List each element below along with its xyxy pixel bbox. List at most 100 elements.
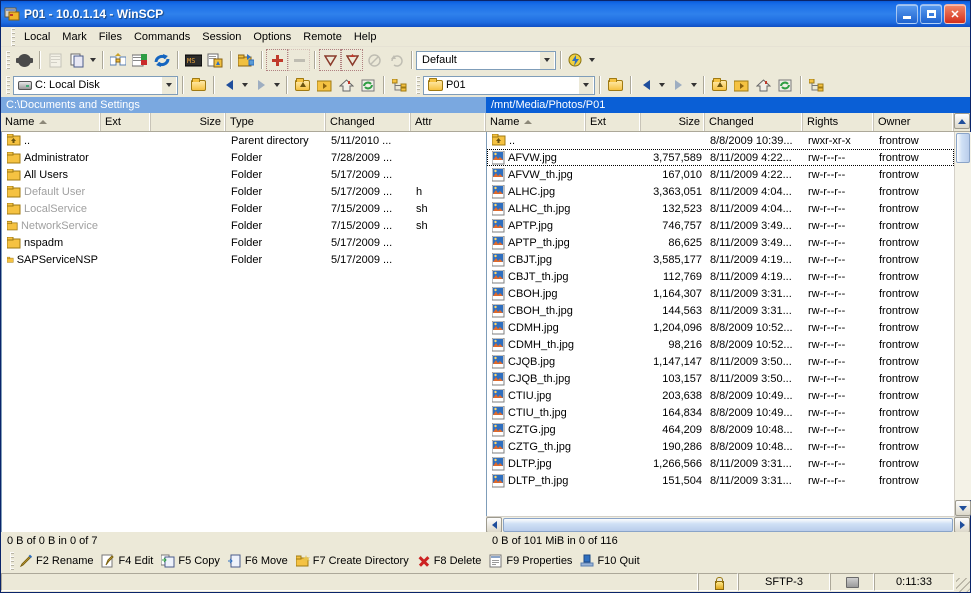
table-row[interactable]: CDMH_th.jpg 98,216 8/8/2009 10:52... rw-r--…: [487, 336, 954, 353]
session-options-icon[interactable]: [565, 49, 587, 71]
minimize-button[interactable]: [896, 4, 918, 24]
remote-forward-history-caret[interactable]: [689, 74, 699, 96]
transfer-settings-combo[interactable]: Default: [416, 50, 556, 70]
remote-header-name[interactable]: Name: [486, 113, 586, 131]
remote-scroll-down-button[interactable]: [954, 500, 971, 516]
local-path-bar[interactable]: C:\Documents and Settings: [1, 97, 486, 113]
table-row[interactable]: CTIU_th.jpg 164,834 8/8/2009 10:49... rw-r-…: [487, 404, 954, 421]
local-header-size[interactable]: Size: [151, 113, 226, 131]
local-directory-tree-icon[interactable]: [388, 74, 410, 96]
table-row[interactable]: SAPServiceNSP Folder 5/17/2009 ...: [2, 251, 486, 268]
remote-header-ext[interactable]: Ext: [586, 113, 641, 131]
local-drive-caret[interactable]: [161, 76, 176, 94]
remote-scroll-thumb[interactable]: [955, 133, 970, 163]
table-row[interactable]: nspadm Folder 5/17/2009 ...: [2, 234, 486, 251]
menu-help[interactable]: Help: [348, 29, 383, 45]
remote-back-history-caret[interactable]: [657, 74, 667, 96]
restore-selection-icon[interactable]: [385, 49, 407, 71]
remote-hscroll-thumb[interactable]: [503, 517, 953, 532]
remote-header-changed[interactable]: Changed: [705, 113, 803, 131]
local-header-ext[interactable]: Ext: [101, 113, 151, 131]
menu-session[interactable]: Session: [196, 29, 247, 45]
remote-hscroll-track[interactable]: [502, 517, 954, 532]
local-root-directory-icon[interactable]: [313, 74, 335, 96]
remote-open-directory-icon[interactable]: [604, 74, 626, 96]
table-row[interactable]: AFVW_th.jpg 167,010 8/11/2009 4:22... rw-r-…: [487, 166, 954, 183]
put-file-icon[interactable]: [204, 49, 226, 71]
fkey-f4-edit[interactable]: F4 Edit: [99, 554, 159, 568]
remote-home-directory-icon[interactable]: [752, 74, 774, 96]
menu-files[interactable]: Files: [93, 29, 128, 45]
menu-mark[interactable]: Mark: [56, 29, 92, 45]
fkey-f8-delete[interactable]: F8 Delete: [415, 554, 488, 568]
local-open-directory-icon[interactable]: [187, 74, 209, 96]
menu-local[interactable]: Local: [18, 29, 56, 45]
local-header-type[interactable]: Type: [226, 113, 326, 131]
remote-path-combo[interactable]: P01: [423, 75, 595, 95]
remote-header-rights[interactable]: Rights: [803, 113, 874, 131]
fkey-f10-quit[interactable]: F10 Quit: [578, 554, 645, 568]
local-forward-arrow-icon[interactable]: [250, 74, 272, 96]
remote-back-arrow-icon[interactable]: [635, 74, 657, 96]
local-toolbar-grip[interactable]: [6, 76, 10, 94]
fkey-f9-properties[interactable]: F9 Properties: [487, 554, 578, 568]
table-row[interactable]: APTP.jpg 746,757 8/11/2009 3:49... rw-r--r-…: [487, 217, 954, 234]
fkey-f5-copy[interactable]: F5 Copy: [159, 554, 226, 568]
table-row[interactable]: Administrator Folder 7/28/2009 ...: [2, 149, 486, 166]
transfer-settings-caret[interactable]: [539, 51, 554, 69]
session-options-caret[interactable]: [587, 49, 597, 71]
local-forward-history-caret[interactable]: [272, 74, 282, 96]
table-row[interactable]: .. Parent directory 5/11/2010 ...: [2, 132, 486, 149]
table-row[interactable]: CBJT.jpg 3,585,177 8/11/2009 4:19... rw-r--…: [487, 251, 954, 268]
remote-path-bar[interactable]: /mnt/Media/Photos/P01: [486, 97, 970, 113]
local-back-arrow-icon[interactable]: [218, 74, 240, 96]
close-button[interactable]: ✕: [944, 4, 966, 24]
table-row[interactable]: CTIU.jpg 203,638 8/8/2009 10:49... rw-r--r-…: [487, 387, 954, 404]
remote-refresh-directory-icon[interactable]: [774, 74, 796, 96]
remote-root-directory-icon[interactable]: [730, 74, 752, 96]
remote-vertical-scrollbar[interactable]: [954, 132, 971, 516]
new-session-icon[interactable]: [44, 49, 66, 71]
table-row[interactable]: CBOH_th.jpg 144,563 8/11/2009 3:31... rw-r-…: [487, 302, 954, 319]
table-row[interactable]: All Users Folder 5/17/2009 ...: [2, 166, 486, 183]
copy-session-icon[interactable]: [66, 49, 88, 71]
remote-scroll-up-button[interactable]: [954, 113, 970, 129]
select-mask-icon[interactable]: [319, 49, 341, 71]
remote-toolbar-grip[interactable]: [416, 76, 420, 94]
synchronize-browsing-icon[interactable]: [129, 49, 151, 71]
unselect-minus-icon[interactable]: [288, 49, 310, 71]
remote-file-list[interactable]: .. 8/8/2009 10:39... rwxr-xr-x frontrow AFVW…: [486, 132, 954, 516]
synchronize-icon[interactable]: [107, 49, 129, 71]
status-secure-pane[interactable]: [698, 573, 738, 591]
maximize-button[interactable]: [920, 4, 942, 24]
local-header-name[interactable]: Name: [1, 113, 101, 131]
local-header-attr[interactable]: Attr: [411, 113, 486, 131]
fkey-f6-move[interactable]: F6 Move: [226, 554, 294, 568]
local-refresh-directory-icon[interactable]: [357, 74, 379, 96]
remote-parent-directory-icon[interactable]: [708, 74, 730, 96]
status-compression-pane[interactable]: [830, 573, 874, 591]
remote-scroll-track[interactable]: [954, 132, 971, 500]
table-row[interactable]: CJQB.jpg 1,147,147 8/11/2009 3:50... rw-r--…: [487, 353, 954, 370]
menu-commands[interactable]: Commands: [128, 29, 196, 45]
table-row[interactable]: NetworkService Folder 7/15/2009 ... sh: [2, 217, 486, 234]
remote-directory-tree-icon[interactable]: [805, 74, 827, 96]
table-row[interactable]: DLTP.jpg 1,266,566 8/11/2009 3:31... rw-r--…: [487, 455, 954, 472]
table-row[interactable]: APTP_th.jpg 86,625 8/11/2009 3:49... rw-r--…: [487, 234, 954, 251]
remote-path-caret[interactable]: [578, 76, 593, 94]
table-row[interactable]: CJQB_th.jpg 103,157 8/11/2009 3:50... rw-r-…: [487, 370, 954, 387]
table-row[interactable]: .. 8/8/2009 10:39... rwxr-xr-x frontrow: [487, 132, 954, 149]
menu-grip[interactable]: [11, 27, 15, 46]
invert-selection-icon[interactable]: [341, 49, 363, 71]
table-row[interactable]: DLTP_th.jpg 151,504 8/11/2009 3:31... rw-r-…: [487, 472, 954, 489]
remote-hscroll-left-button[interactable]: [486, 516, 502, 533]
table-row[interactable]: ALHC.jpg 3,363,051 8/11/2009 4:04... rw-r--…: [487, 183, 954, 200]
local-home-directory-icon[interactable]: [335, 74, 357, 96]
remote-header-owner[interactable]: Owner: [874, 113, 954, 131]
local-header-changed[interactable]: Changed: [326, 113, 411, 131]
table-row[interactable]: Default User Folder 5/17/2009 ... h: [2, 183, 486, 200]
refresh-icon[interactable]: [151, 49, 173, 71]
transfer-queue-icon[interactable]: [235, 49, 257, 71]
local-file-list[interactable]: .. Parent directory 5/11/2010 ... Administr…: [1, 132, 486, 532]
window-resize-grip[interactable]: [956, 578, 970, 592]
